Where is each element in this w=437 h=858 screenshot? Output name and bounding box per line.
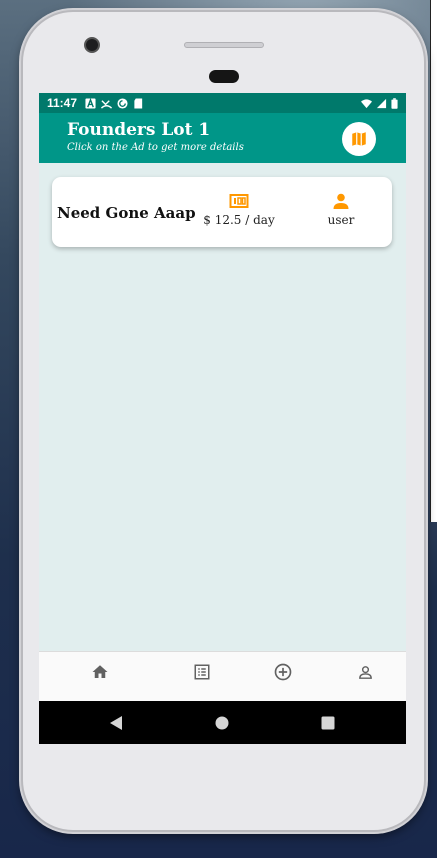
side-window-edge xyxy=(430,0,437,522)
profile-icon xyxy=(358,665,372,679)
list-icon xyxy=(194,664,210,680)
nav-home[interactable] xyxy=(88,660,112,684)
status-system-icons xyxy=(361,97,398,109)
ad-price: $ 12.5 / day xyxy=(202,193,276,227)
pocket-casts-icon xyxy=(117,97,128,109)
map-button[interactable] xyxy=(342,122,376,156)
map-icon xyxy=(352,132,366,146)
ad-title: Need Gone Aaap xyxy=(57,204,196,222)
system-navigation-bar xyxy=(39,701,406,744)
wifi-icon xyxy=(361,98,372,108)
ad-user: user xyxy=(317,193,365,227)
status-bar: 11:47 xyxy=(39,93,406,113)
money-icon xyxy=(229,194,249,208)
battery-icon xyxy=(391,97,398,109)
text-a-icon xyxy=(85,97,96,109)
ad-card[interactable]: Need Gone Aaap $ 12.5 / day user xyxy=(52,177,392,247)
status-time: 11:47 xyxy=(47,96,78,110)
app-screen: 11:47 Founders Lot 1 Click on the Ad to … xyxy=(39,93,406,744)
nav-profile[interactable] xyxy=(353,660,377,684)
front-camera xyxy=(84,37,100,53)
ad-user-label: user xyxy=(327,213,355,227)
bottom-navigation xyxy=(39,651,406,701)
proximity-sensor xyxy=(209,70,239,83)
home-icon xyxy=(92,665,108,678)
nav-list[interactable] xyxy=(190,660,214,684)
nav-add[interactable] xyxy=(271,660,295,684)
app-bar: Founders Lot 1 Click on the Ad to get mo… xyxy=(39,113,406,163)
system-home-button[interactable] xyxy=(213,714,231,732)
system-back-button[interactable] xyxy=(107,714,125,732)
ad-price-label: $ 12.5 / day xyxy=(203,213,275,227)
home-circle-icon xyxy=(215,716,229,730)
system-recents-button[interactable] xyxy=(319,714,337,732)
recents-icon xyxy=(321,716,335,730)
add-circle-icon xyxy=(274,663,292,681)
back-icon xyxy=(110,716,122,730)
status-notification-icons xyxy=(85,97,144,109)
missed-call-icon xyxy=(101,99,113,109)
sd-card-icon xyxy=(134,97,143,109)
earpiece-speaker xyxy=(184,42,264,48)
cell-signal-icon xyxy=(376,98,387,108)
app-subtitle: Click on the Ad to get more details xyxy=(67,142,244,153)
person-icon xyxy=(333,193,349,209)
app-title: Founders Lot 1 xyxy=(67,120,211,140)
